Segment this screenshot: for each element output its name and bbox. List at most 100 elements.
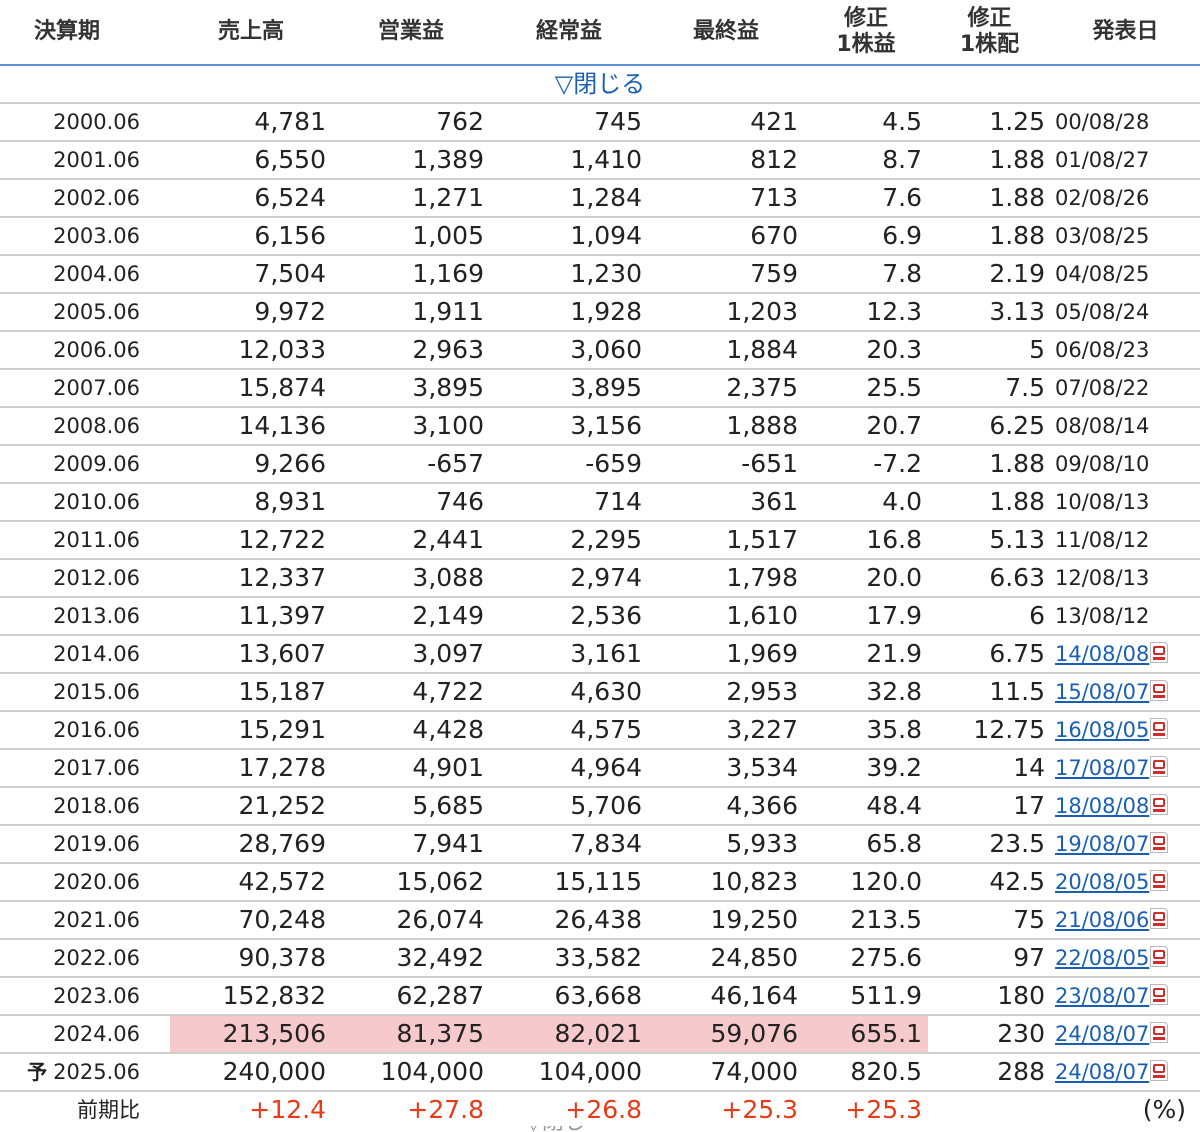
announce-date-text: 11/08/12 (1055, 528, 1150, 552)
pdf-icon[interactable] (1150, 718, 1169, 739)
cell-period: 2005.06 (0, 293, 170, 332)
announce-date-link[interactable]: 17/08/07 (1055, 756, 1149, 780)
period-value: 2018.06 (53, 794, 140, 818)
cell-operating-profit: 4,722 (332, 673, 490, 712)
cell-sales: 152,832 (170, 977, 332, 1016)
cell-operating-profit: 104,000 (332, 1053, 490, 1092)
announce-date-link[interactable]: 24/08/07 (1055, 1022, 1149, 1046)
cell-sales: 6,524 (170, 179, 332, 218)
cell-dividend: 5.13 (928, 521, 1051, 560)
cell-eps: 20.0 (804, 559, 928, 598)
cell-dividend: 17 (928, 787, 1051, 826)
announce-date-text: 04/08/25 (1055, 262, 1150, 286)
pdf-icon[interactable] (1150, 642, 1169, 663)
ratio-net: +25.3 (721, 1095, 798, 1124)
cut-off-toggle-label: ▽閉じる (525, 1126, 605, 1132)
cell-ordinary-profit: 82,021 (490, 1015, 648, 1054)
cell-sales: 15,187 (170, 673, 332, 712)
pdf-icon[interactable] (1150, 946, 1169, 967)
cell-period: 予 2025.06 (0, 1053, 170, 1092)
period-value: 2002.06 (53, 186, 140, 210)
cell-net-profit: 2,375 (648, 369, 804, 408)
header-net-profit: 最終益 (648, 0, 804, 66)
pdf-icon[interactable] (1150, 1022, 1169, 1043)
announce-date-link[interactable]: 20/08/05 (1055, 870, 1149, 894)
header-period: 決算期 (0, 0, 170, 66)
cell-announce-date: 13/08/12 (1051, 597, 1200, 636)
pdf-icon[interactable] (1150, 794, 1169, 815)
cell-net-profit: 1,610 (648, 597, 804, 636)
period-value: 2015.06 (53, 680, 140, 704)
cell-dividend: 2.19 (928, 255, 1051, 294)
cell-operating-profit: 2,441 (332, 521, 490, 560)
header-row: 決算期 売上高 営業益 経常益 最終益 修正 1株益 修正 1株配 発表日 (0, 0, 1200, 66)
cell-sales: 9,266 (170, 445, 332, 484)
announce-date-link[interactable]: 14/08/08 (1055, 642, 1149, 666)
header-sales: 売上高 (170, 0, 332, 66)
pdf-icon[interactable] (1150, 756, 1169, 777)
period-value: 2004.06 (53, 262, 140, 286)
period-value: 2007.06 (53, 376, 140, 400)
announce-date-link[interactable]: 16/08/05 (1055, 718, 1149, 742)
toggle-row: ▽閉じる (0, 65, 1200, 104)
announce-date-link[interactable]: 22/08/05 (1055, 946, 1149, 970)
ratio-sales: +12.4 (249, 1095, 326, 1124)
cell-announce-date: 22/08/05 (1051, 939, 1200, 978)
ratio-unit: (%) (1142, 1095, 1186, 1124)
cell-period: 2017.06 (0, 749, 170, 788)
table-row: 2016.06 15,291 4,428 4,575 3,227 35.8 12.75 16/… (0, 711, 1200, 750)
pdf-icon[interactable] (1150, 680, 1169, 701)
cell-dividend: 288 (928, 1053, 1051, 1092)
pdf-icon[interactable] (1150, 984, 1169, 1005)
table-row: 2010.06 8,931 746 714 361 4.0 1.88 10/08/13 (0, 483, 1200, 522)
cell-period: 2013.06 (0, 597, 170, 636)
cell-period: 2021.06 (0, 901, 170, 940)
announce-date-text: 13/08/12 (1055, 604, 1150, 628)
cell-announce-date: 03/08/25 (1051, 217, 1200, 256)
cell-ordinary-profit: 5,706 (490, 787, 648, 826)
cell-net-profit: 46,164 (648, 977, 804, 1016)
announce-date-link[interactable]: 23/08/07 (1055, 984, 1149, 1008)
pdf-icon[interactable] (1150, 832, 1169, 853)
cell-ordinary-profit: -659 (490, 445, 648, 484)
cell-dividend: 12.75 (928, 711, 1051, 750)
announce-date-text: 08/08/14 (1055, 414, 1150, 438)
cell-net-profit: 5,933 (648, 825, 804, 864)
collapse-toggle-link[interactable]: ▽閉じる (555, 70, 645, 98)
cell-operating-profit: 1,271 (332, 179, 490, 218)
cell-net-profit: 713 (648, 179, 804, 218)
cell-eps: 32.8 (804, 673, 928, 712)
period-value: 2016.06 (53, 718, 140, 742)
period-value: 2023.06 (53, 984, 140, 1008)
cell-period: 2000.06 (0, 103, 170, 142)
cell-dividend: 14 (928, 749, 1051, 788)
announce-date-link[interactable]: 19/08/07 (1055, 832, 1149, 856)
announce-date-link[interactable]: 24/08/07 (1055, 1060, 1149, 1084)
cell-eps: 120.0 (804, 863, 928, 902)
cell-period: 2011.06 (0, 521, 170, 560)
cell-eps: 16.8 (804, 521, 928, 560)
pdf-icon[interactable] (1150, 870, 1169, 891)
cell-ordinary-profit: 15,115 (490, 863, 648, 902)
cell-eps: 17.9 (804, 597, 928, 636)
announce-date-link[interactable]: 15/08/07 (1055, 680, 1149, 704)
cell-operating-profit: 1,005 (332, 217, 490, 256)
period-value: 2014.06 (53, 642, 140, 666)
cell-announce-date: 19/08/07 (1051, 825, 1200, 864)
period-value: 2012.06 (53, 566, 140, 590)
cell-operating-profit: 762 (332, 103, 490, 142)
cell-eps: 39.2 (804, 749, 928, 788)
cell-eps: 7.8 (804, 255, 928, 294)
cell-period: 2004.06 (0, 255, 170, 294)
cell-operating-profit: 2,963 (332, 331, 490, 370)
cell-dividend: 6.75 (928, 635, 1051, 674)
cell-net-profit: 759 (648, 255, 804, 294)
announce-date-link[interactable]: 21/08/06 (1055, 908, 1149, 932)
pdf-icon[interactable] (1150, 908, 1169, 929)
pdf-icon[interactable] (1150, 1060, 1169, 1081)
table-row: 2021.06 70,248 26,074 26,438 19,250 213.5 75 21… (0, 901, 1200, 940)
cell-operating-profit: 3,088 (332, 559, 490, 598)
cell-operating-profit: 3,895 (332, 369, 490, 408)
cell-dividend: 7.5 (928, 369, 1051, 408)
announce-date-link[interactable]: 18/08/08 (1055, 794, 1149, 818)
